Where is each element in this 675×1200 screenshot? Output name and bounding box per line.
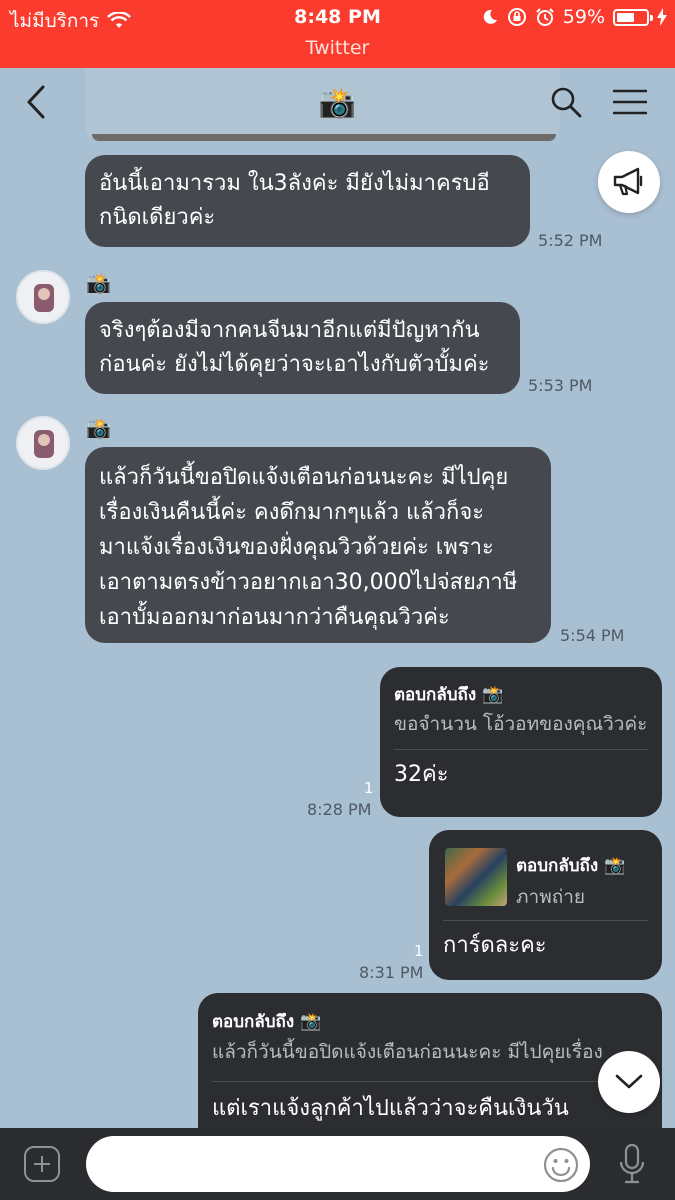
message-time: 5:52 PM bbox=[538, 231, 603, 250]
sender-name: 📸 bbox=[86, 271, 111, 295]
reply-preview[interactable]: ตอบกลับถึง 📸 แล้วก็วันนี้ขอปิดแจ้งเตือนก… bbox=[212, 1007, 648, 1067]
rotation-lock-icon bbox=[507, 8, 526, 26]
search-button[interactable] bbox=[546, 82, 586, 122]
reply-divider bbox=[212, 1081, 648, 1082]
incoming-message-bubble[interactable]: อันนี้เอามารวม ใน3ลังค่ะ มียังไม่มาครบอี… bbox=[85, 155, 530, 247]
reply-divider bbox=[394, 749, 648, 750]
microphone-icon bbox=[619, 1143, 645, 1184]
reply-preview[interactable]: ตอบกลับถึง 📸 ขอจำนวน โอ้วอทของคุณวิวค่ะ bbox=[394, 681, 648, 739]
message-time: 5:54 PM bbox=[560, 626, 625, 645]
reply-label: ตอบกลับถึง 📸 bbox=[516, 856, 626, 876]
announcement-button[interactable] bbox=[598, 151, 660, 213]
chat-header: 📸 bbox=[0, 68, 675, 141]
reply-quoted-text: ขอจำนวน โอ้วอทของคุณวิวค่ะ bbox=[394, 713, 648, 735]
reply-divider bbox=[443, 920, 648, 921]
pinned-image-edge bbox=[92, 134, 556, 141]
search-icon bbox=[551, 87, 582, 118]
menu-icon bbox=[613, 89, 647, 115]
megaphone-icon bbox=[613, 167, 643, 196]
reply-label: ตอบกลับถึง 📸 bbox=[212, 1012, 322, 1032]
moon-icon bbox=[483, 9, 497, 24]
menu-button[interactable] bbox=[610, 82, 650, 122]
status-right: 59% bbox=[481, 6, 667, 28]
reply-label: ตอบกลับถึง 📸 bbox=[394, 685, 504, 705]
avatar[interactable] bbox=[16, 416, 70, 470]
emoji-icon bbox=[543, 1147, 579, 1183]
message-text: การ์ดละคะ bbox=[443, 933, 547, 958]
microphone-button[interactable] bbox=[618, 1142, 646, 1186]
message-text: 32ค่ะ bbox=[394, 762, 449, 787]
message-time: 8:28 PM bbox=[307, 800, 372, 819]
message-time: 8:31 PM bbox=[359, 963, 424, 982]
status-bar: ไม่มีบริการ 8:48 PM 59% Twitter bbox=[0, 0, 675, 68]
reply-quoted-text: ภาพถ่าย bbox=[516, 886, 586, 908]
message-time: 5:53 PM bbox=[528, 376, 593, 395]
avatar[interactable] bbox=[16, 270, 70, 324]
battery-percent: 59% bbox=[562, 6, 605, 28]
return-to-app-banner[interactable]: Twitter bbox=[0, 37, 675, 59]
plus-icon[interactable] bbox=[24, 1146, 60, 1182]
emoji-button[interactable] bbox=[542, 1146, 580, 1184]
read-count: 1 bbox=[414, 942, 424, 960]
outgoing-message-bubble[interactable]: ตอบกลับถึง 📸 ภาพถ่าย การ์ดละคะ bbox=[429, 830, 662, 980]
message-input[interactable] bbox=[86, 1136, 590, 1192]
battery-icon bbox=[613, 8, 653, 26]
read-count: 1 bbox=[364, 779, 374, 797]
message-text: แล้วก็วันนี้ขอปิดแจ้งเตือนก่อนนะคะ มีไปค… bbox=[99, 465, 518, 630]
incoming-message-bubble[interactable]: แล้วก็วันนี้ขอปิดแจ้งเตือนก่อนนะคะ มีไปค… bbox=[85, 447, 551, 643]
incoming-message-bubble[interactable]: จริงๆต้องมีจากคนจีนมาอีกแต่มีปัญหากัน ก่… bbox=[85, 302, 520, 394]
alarm-icon bbox=[536, 8, 554, 26]
sender-name: 📸 bbox=[86, 416, 111, 440]
message-text: อันนี้เอามารวม ใน3ลังค่ะ มียังไม่มาครบอี… bbox=[99, 171, 490, 230]
chevron-down-icon bbox=[615, 1074, 643, 1089]
scroll-to-bottom-button[interactable] bbox=[598, 1051, 660, 1113]
reply-quoted-text: แล้วก็วันนี้ขอปิดแจ้งเตือนก่อนนะคะ มีไปค… bbox=[212, 1041, 603, 1063]
reply-preview[interactable]: ตอบกลับถึง 📸 ภาพถ่าย bbox=[443, 844, 648, 920]
photo-thumbnail bbox=[445, 848, 507, 906]
outgoing-message-bubble[interactable]: ตอบกลับถึง 📸 ขอจำนวน โอ้วอทของคุณวิวค่ะ … bbox=[380, 667, 662, 817]
message-text: แต่เราแจ้งลูกค้าไปแล้วว่าจะคืนเงินวัน bbox=[212, 1096, 569, 1121]
charging-icon bbox=[657, 8, 667, 26]
message-text: จริงๆต้องมีจากคนจีนมาอีกแต่มีปัญหากัน ก่… bbox=[99, 318, 490, 377]
message-input-bar bbox=[0, 1128, 675, 1200]
